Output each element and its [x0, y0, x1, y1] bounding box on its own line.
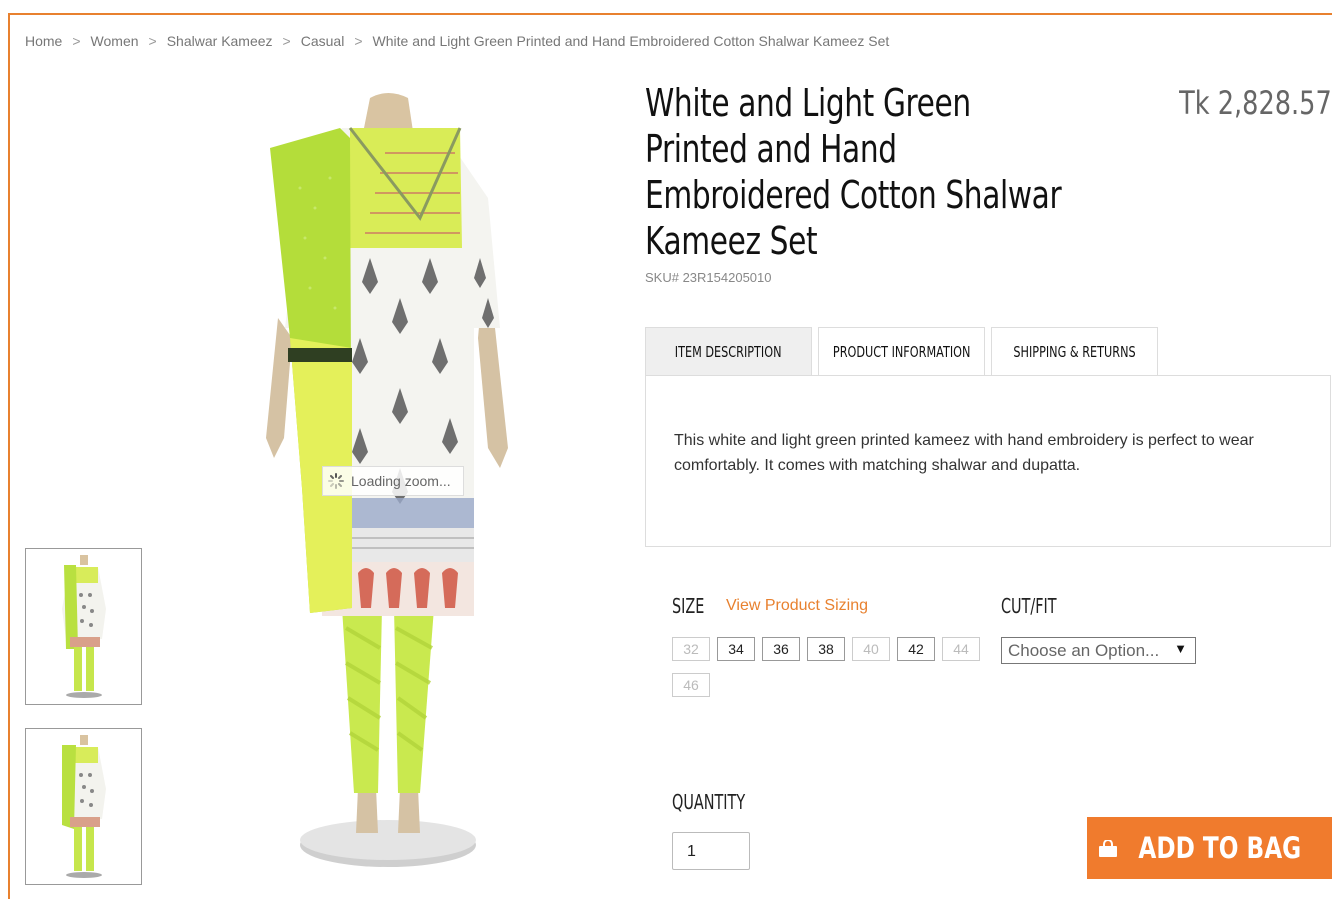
breadcrumb: Home > Women > Shalwar Kameez > Casual > White a… [25, 33, 889, 49]
quantity-input[interactable]: 1 [672, 832, 750, 870]
cutfit-selected-value: Choose an Option... [1008, 641, 1160, 660]
view-product-sizing-link[interactable]: View Product Sizing [726, 597, 868, 615]
breadcrumb-current: White and Light Green Printed and Hand E… [372, 33, 890, 49]
quantity-label: QUANTITY [672, 790, 746, 814]
breadcrumb-women[interactable]: Women [91, 33, 139, 49]
tab-label: PRODUCT INFORMATION [832, 342, 971, 361]
size-option-44[interactable]: 44 [942, 637, 980, 661]
breadcrumb-shalwar-kameez[interactable]: Shalwar Kameez [167, 33, 273, 49]
size-option-42[interactable]: 42 [897, 637, 935, 661]
tab-shipping-returns[interactable]: SHIPPING & RETURNS [991, 327, 1158, 375]
item-description-text: This white and light green printed kamee… [674, 432, 1254, 474]
product-title: White and Light Green Printed and Hand E… [645, 80, 1113, 264]
tab-label: SHIPPING & RETURNS [1013, 342, 1136, 361]
thumbnail-1-image [62, 555, 106, 698]
dropdown-arrow-icon: ▼ [1174, 641, 1187, 656]
thumbnail-2-image [62, 735, 106, 878]
loading-text: Loading zoom... [351, 473, 451, 489]
product-title-line: Kameez Set [645, 219, 818, 263]
breadcrumb-casual[interactable]: Casual [301, 33, 345, 49]
spinner-icon [327, 472, 345, 490]
size-option-38[interactable]: 38 [807, 637, 845, 661]
size-option-46[interactable]: 46 [672, 673, 710, 697]
product-price: Tk 2,828.57 [1179, 84, 1332, 122]
cutfit-select[interactable]: Choose an Option... ▼ [1001, 637, 1196, 664]
size-option-40[interactable]: 40 [852, 637, 890, 661]
cutfit-label: CUT/FIT [1001, 594, 1057, 618]
add-to-bag-label: ADD TO BAG [1138, 831, 1301, 865]
breadcrumb-separator: > [354, 33, 363, 49]
shopping-bag-icon [1098, 838, 1118, 857]
add-to-bag-button[interactable]: ADD TO BAG [1087, 817, 1332, 879]
product-title-line: White and Light Green [645, 81, 971, 125]
breadcrumb-separator: > [72, 33, 81, 49]
size-option-36[interactable]: 36 [762, 637, 800, 661]
thumbnail-2[interactable] [25, 728, 142, 885]
tab-item-description[interactable]: ITEM DESCRIPTION [645, 327, 812, 375]
size-option-34[interactable]: 34 [717, 637, 755, 661]
breadcrumb-separator: > [148, 33, 157, 49]
thumbnail-1[interactable] [25, 548, 142, 705]
size-label: SIZE [672, 594, 705, 618]
product-title-line: Printed and Hand [645, 127, 897, 171]
loading-zoom-indicator: Loading zoom... [322, 466, 464, 496]
breadcrumb-separator: > [282, 33, 291, 49]
tab-label: ITEM DESCRIPTION [675, 342, 782, 361]
product-title-line: Embroidered Cotton Shalwar [645, 173, 1062, 217]
product-sku: SKU# 23R154205010 [645, 270, 772, 285]
size-option-32[interactable]: 32 [672, 637, 710, 661]
tab-panel: This white and light green printed kamee… [645, 375, 1331, 547]
breadcrumb-home[interactable]: Home [25, 33, 62, 49]
product-tabs: ITEM DESCRIPTION PRODUCT INFORMATION SHI… [645, 327, 1164, 376]
tab-product-information[interactable]: PRODUCT INFORMATION [818, 327, 985, 375]
size-options: 32 34 36 38 40 42 44 46 [672, 637, 992, 709]
